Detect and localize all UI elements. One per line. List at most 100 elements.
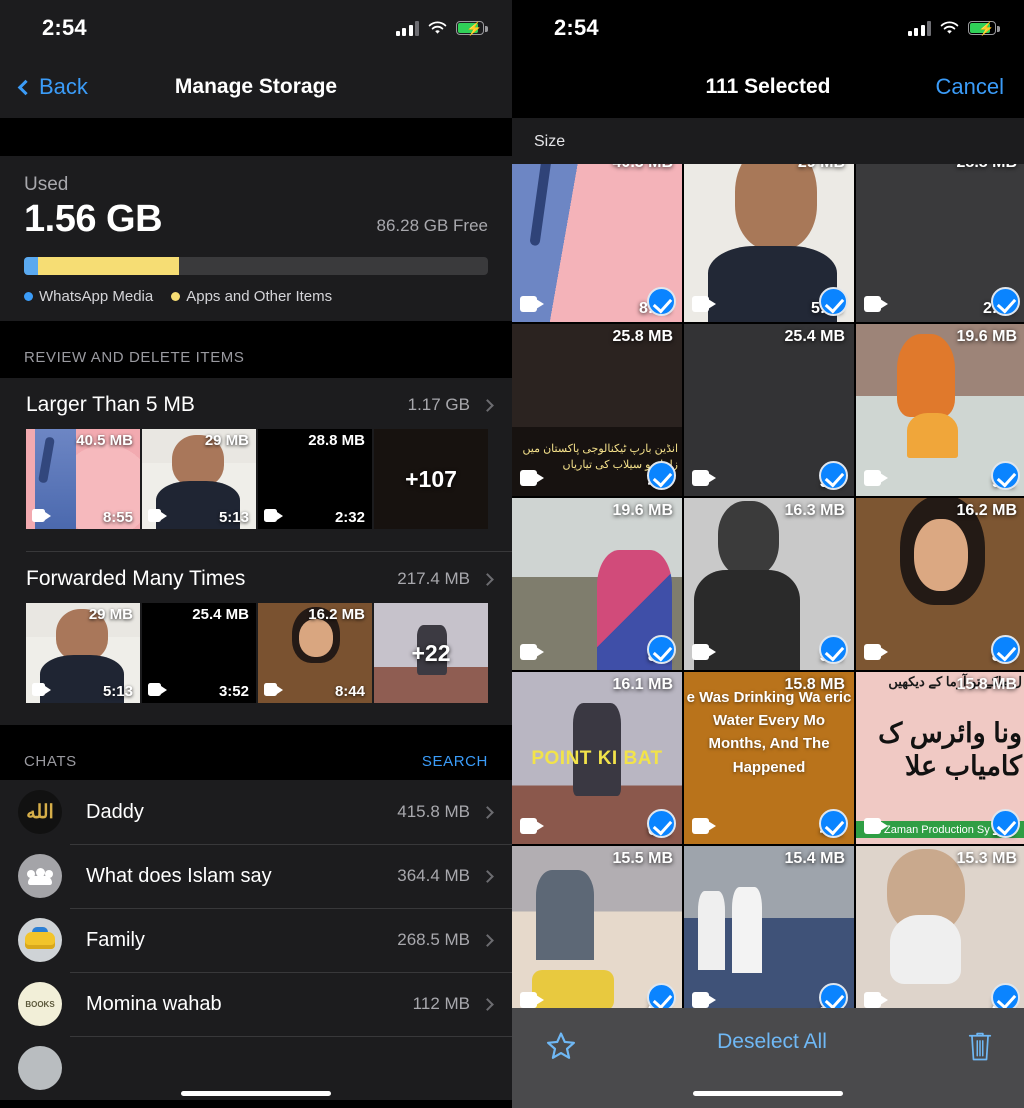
grid-cell[interactable]: 15.3 MB 2:1 — [856, 846, 1024, 1008]
selected-check-icon[interactable] — [819, 809, 848, 838]
status-time: 2:54 — [42, 15, 87, 41]
video-camera-icon — [520, 818, 544, 834]
thumbnail[interactable]: 40.5 MB 8:55 — [26, 429, 140, 529]
video-camera-icon — [864, 992, 888, 1008]
selected-check-icon[interactable] — [991, 983, 1020, 1008]
thumb-duration: 5:13 — [219, 509, 249, 526]
cancel-button[interactable]: Cancel — [936, 74, 1004, 100]
chevron-left-icon — [18, 79, 34, 95]
grid-cell[interactable]: 16.2 MB 8:4 — [856, 498, 1024, 670]
chat-row[interactable]: What does Islam say 364.4 MB — [0, 844, 512, 908]
video-camera-icon — [148, 683, 167, 696]
video-camera-icon — [148, 509, 167, 522]
grid-cell[interactable]: e Was Drinking Wa eric Water Every Mo Mo… — [684, 672, 854, 844]
thumbnail-overflow[interactable]: +107 — [374, 429, 488, 529]
grid-cell[interactable]: POINT KI BAT 16.1 MB 6:1 — [512, 672, 682, 844]
grid-cell[interactable]: ل ماکے تو آزما کے دیکھیں ونا وائرس ک کام… — [856, 672, 1024, 844]
cell-size: 15.8 MB — [957, 676, 1017, 694]
video-camera-icon — [520, 644, 544, 660]
cell-size: 16.2 MB — [957, 502, 1017, 520]
thumb-duration: 3:52 — [219, 683, 249, 700]
storage-bar-apps-segment — [38, 257, 180, 275]
thumbnail[interactable]: 29 MB 5:13 — [26, 603, 140, 703]
dual-phone-screenshot: 2:54 ⚡ Back Manage Storage Used — [0, 0, 1024, 1108]
home-indicator — [693, 1091, 843, 1096]
thumb-size: 25.4 MB — [192, 606, 249, 623]
selected-check-icon[interactable] — [991, 461, 1020, 490]
overflow-count: +22 — [374, 603, 488, 703]
search-button[interactable]: SEARCH — [422, 753, 488, 770]
grid-cell[interactable]: 15.5 MB 2:2 — [512, 846, 682, 1008]
selected-check-icon[interactable] — [991, 287, 1020, 316]
group-thumbnails: 40.5 MB 8:55 29 MB 5:13 28.8 MB — [0, 429, 512, 551]
grid-cell[interactable]: 16.3 MB 3:4 — [684, 498, 854, 670]
chat-row[interactable]: Family 268.5 MB — [0, 908, 512, 972]
chevron-right-icon — [481, 998, 494, 1011]
selected-check-icon[interactable] — [647, 287, 676, 316]
thumbnail[interactable]: 16.2 MB 8:44 — [258, 603, 372, 703]
storage-bar-whatsapp-segment — [24, 257, 38, 275]
star-icon[interactable] — [544, 1030, 578, 1063]
used-label: Used — [24, 174, 488, 196]
thumbnail[interactable]: 29 MB 5:13 — [142, 429, 256, 529]
cell-caption: e Was Drinking Wa eric Water Every Mo Mo… — [684, 686, 854, 779]
home-indicator — [181, 1091, 331, 1096]
avatar — [18, 1046, 62, 1090]
grid-cell[interactable]: انڈین بارپ ٹیکنالوجی پاکستان میں زلزلے و… — [512, 324, 682, 496]
status-time: 2:54 — [554, 15, 599, 41]
review-groups: Larger Than 5 MB 1.17 GB 40.5 MB 8:55 — [0, 378, 512, 725]
status-bar-right: 2:54 ⚡ — [512, 0, 1024, 56]
selected-check-icon[interactable] — [819, 287, 848, 316]
battery-charging-icon: ⚡ — [456, 21, 484, 35]
selected-check-icon[interactable] — [647, 809, 676, 838]
selected-check-icon[interactable] — [819, 635, 848, 664]
grid-cell[interactable]: 19.6 MB 9:1 — [856, 324, 1024, 496]
video-camera-icon — [32, 683, 51, 696]
video-camera-icon — [692, 296, 716, 312]
chat-row[interactable]: Momina wahab 112 MB — [0, 972, 512, 1036]
media-group-larger-than-5mb[interactable]: Larger Than 5 MB 1.17 GB 40.5 MB 8:55 — [0, 378, 512, 551]
thumb-duration: 2:32 — [335, 509, 365, 526]
thumbnail-overflow[interactable]: +22 — [374, 603, 488, 703]
trash-icon[interactable] — [966, 1030, 994, 1062]
thumb-duration: 5:13 — [103, 683, 133, 700]
sort-bar[interactable]: Size — [512, 118, 1024, 166]
status-icons: ⚡ — [396, 21, 485, 36]
chat-name: Family — [86, 929, 145, 952]
grid-cell[interactable]: 40.5 MB 8:55 — [512, 164, 682, 322]
video-camera-icon — [520, 296, 544, 312]
grid-cell[interactable]: 28.8 MB 2:32 — [856, 164, 1024, 322]
cell-size: 29 MB — [798, 164, 845, 172]
grid-cell[interactable]: 25.4 MB 3:5 — [684, 324, 854, 496]
chevron-right-icon — [481, 573, 494, 586]
media-group-forwarded-many-times[interactable]: Forwarded Many Times 217.4 MB 29 MB 5:13 — [0, 552, 512, 725]
thumb-size: 40.5 MB — [76, 432, 133, 449]
cellular-bars-icon — [908, 21, 932, 36]
deselect-all-button[interactable]: Deselect All — [717, 1030, 827, 1054]
back-button[interactable]: Back — [20, 74, 88, 100]
video-camera-icon — [864, 818, 888, 834]
selected-check-icon[interactable] — [819, 983, 848, 1008]
thumb-size: 29 MB — [89, 606, 133, 623]
selected-check-icon[interactable] — [819, 461, 848, 490]
group-title: Forwarded Many Times — [26, 567, 245, 591]
thumbnail[interactable]: 28.8 MB 2:32 — [258, 429, 372, 529]
chat-row[interactable]: Daddy 415.8 MB — [0, 780, 512, 844]
grid-cell[interactable]: 29 MB 5:13 — [684, 164, 854, 322]
selected-check-icon[interactable] — [647, 461, 676, 490]
thumbnail[interactable]: 25.4 MB 3:52 — [142, 603, 256, 703]
review-section-header: REVIEW AND DELETE ITEMS — [0, 321, 512, 378]
selected-check-icon[interactable] — [647, 983, 676, 1008]
grid-cell[interactable]: 19.6 MB 8:2 — [512, 498, 682, 670]
legend-dot-icon — [24, 292, 33, 301]
chat-name: Daddy — [86, 801, 144, 824]
selected-check-icon[interactable] — [647, 635, 676, 664]
video-camera-icon — [692, 992, 716, 1008]
avatar — [18, 918, 62, 962]
selected-check-icon[interactable] — [991, 809, 1020, 838]
selected-check-icon[interactable] — [991, 635, 1020, 664]
cell-caption: POINT KI BAT — [512, 748, 682, 770]
chats-section-header: CHATS SEARCH — [0, 725, 512, 780]
grid-cell[interactable]: 15.4 MB 1:1 — [684, 846, 854, 1008]
nav-bar-right: 111 Selected Cancel — [512, 56, 1024, 118]
